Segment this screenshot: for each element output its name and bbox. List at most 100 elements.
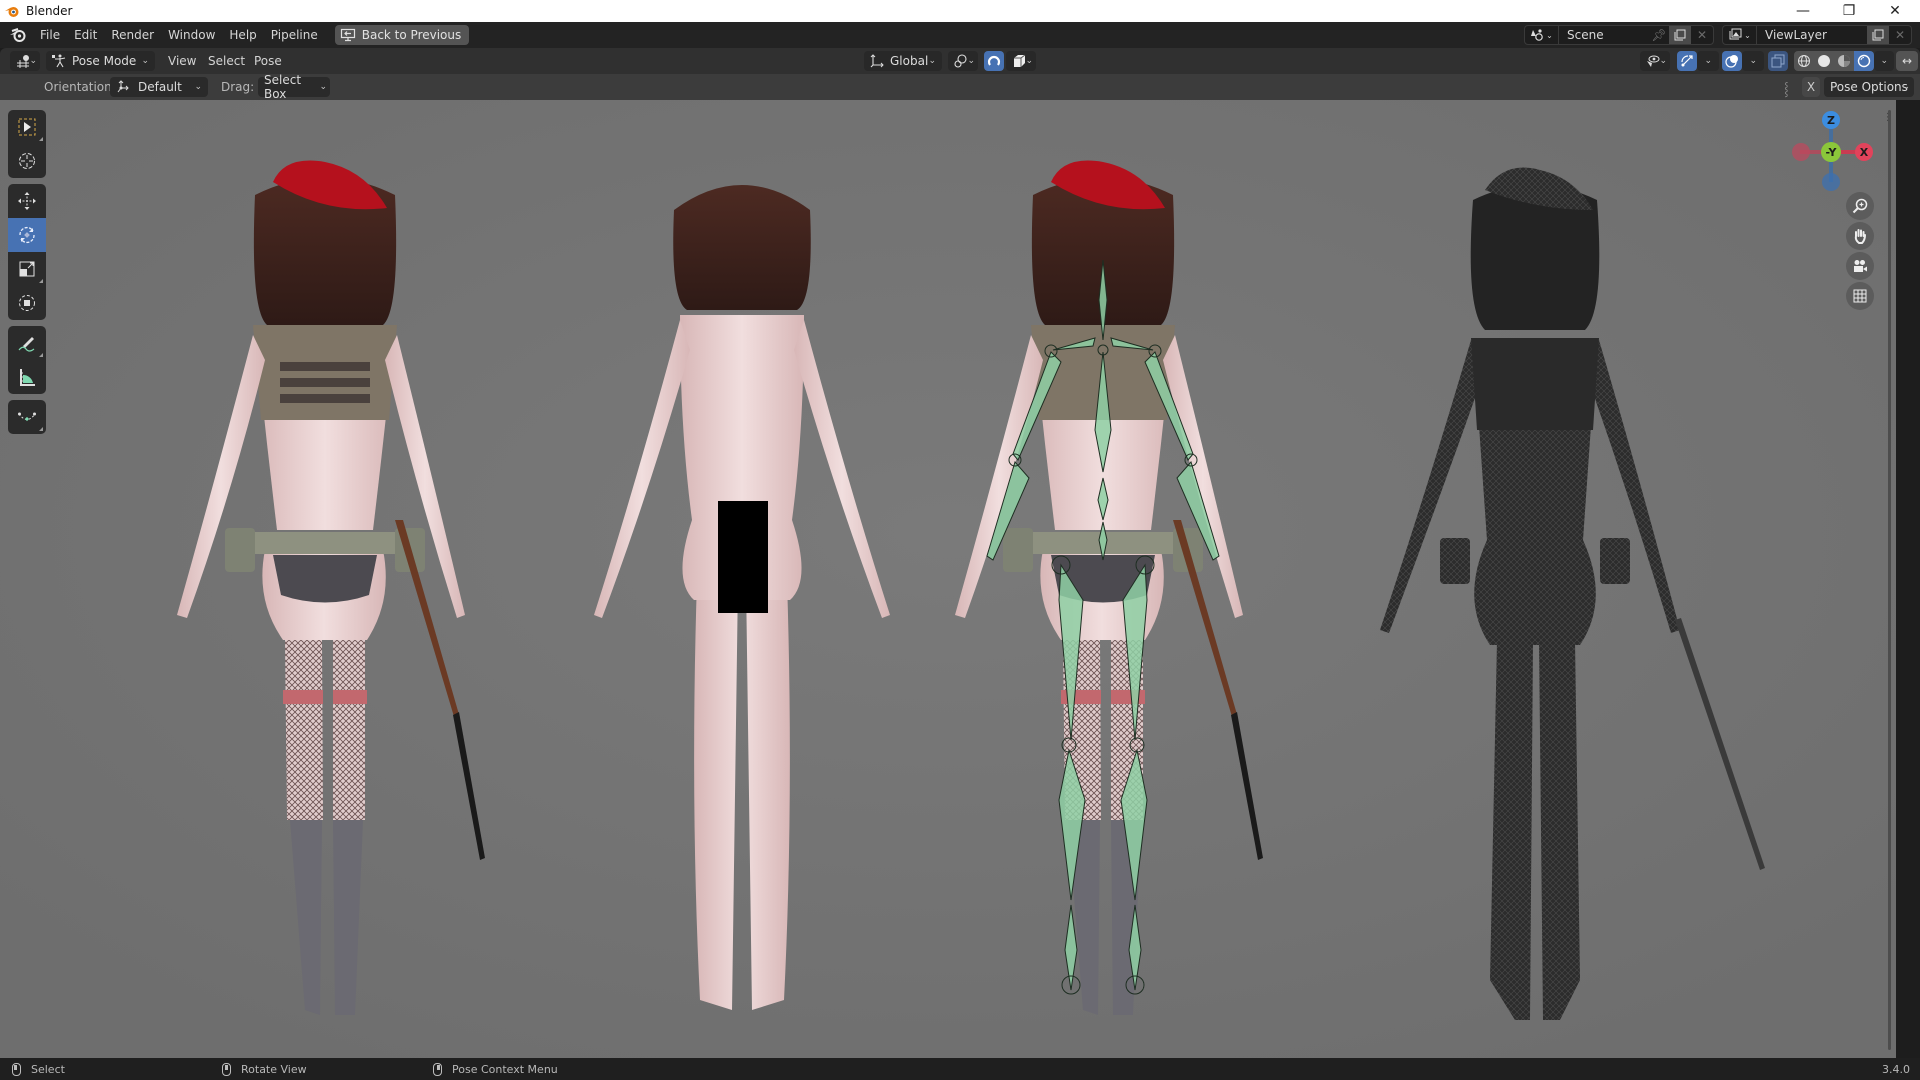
overlays-options-dropdown[interactable]: ⌄ <box>1742 51 1764 71</box>
window-title: Blender <box>26 4 73 18</box>
menu-edit[interactable]: Edit <box>67 24 104 46</box>
scene-name-field[interactable]: Scene <box>1567 28 1649 42</box>
tool-annotate[interactable] <box>8 326 46 360</box>
tool-rotate[interactable] <box>8 218 46 252</box>
tool-scale[interactable] <box>8 252 46 286</box>
scene-browse-button[interactable]: ⌄ <box>1525 26 1559 44</box>
camera-icon <box>1854 260 1867 272</box>
tool-measure[interactable] <box>8 360 46 394</box>
status-left-click-label: Select <box>31 1062 65 1076</box>
double-arrow-icon: ↔ <box>1901 54 1913 68</box>
pin-icon[interactable]: 📌︎ <box>1649 28 1669 42</box>
wire-pouch <box>1600 538 1630 584</box>
back-screen-icon <box>340 28 355 42</box>
magnet-icon <box>987 55 1001 66</box>
3d-viewport[interactable]: Z -Y X ⋮ <box>0 100 1896 1058</box>
menu-select[interactable]: Select <box>208 48 245 74</box>
status-middle-click-label: Rotate View <box>241 1062 307 1076</box>
status-right-click: Pose Context Menu <box>433 1058 558 1080</box>
menu-pipeline[interactable]: Pipeline <box>264 24 325 46</box>
snap-target-selector[interactable]: ⌄ <box>1006 51 1036 71</box>
neg-y-axis-handle[interactable]: -Y <box>1821 142 1841 162</box>
tool-transform[interactable] <box>8 286 46 320</box>
pose-options-label: Pose Options <box>1830 80 1908 94</box>
status-bar: Select Rotate View Pose Context Menu 3.4… <box>0 1058 1920 1080</box>
tool-select-box[interactable] <box>8 110 46 144</box>
view-layer-name-field[interactable]: ViewLayer <box>1765 28 1867 42</box>
menu-view[interactable]: View <box>168 48 196 74</box>
orientation-label: Orientation: <box>44 80 116 94</box>
tool-move[interactable] <box>8 184 46 218</box>
back-to-previous-label: Back to Previous <box>361 28 462 42</box>
new-view-layer-button[interactable] <box>1867 26 1889 44</box>
vest <box>253 325 397 420</box>
zoom-button[interactable] <box>1846 192 1874 220</box>
shading-rendered-button[interactable] <box>1854 51 1874 71</box>
stripe <box>333 690 367 704</box>
viewport-scene[interactable] <box>0 100 1896 1058</box>
mouse-right-icon <box>433 1062 442 1076</box>
neg-z-axis-handle[interactable] <box>1822 173 1840 191</box>
minimize-button[interactable]: — <box>1780 0 1826 22</box>
shading-wireframe-button[interactable] <box>1794 51 1814 71</box>
blender-menu-icon[interactable] <box>9 26 27 44</box>
tool-bone-envelope[interactable] <box>8 400 46 434</box>
view-layer-browse-button[interactable]: ⌄ <box>1723 26 1757 44</box>
viewport-scrollbar[interactable] <box>1888 110 1891 1050</box>
menu-render[interactable]: Render <box>104 24 161 46</box>
ortho-toggle-button[interactable] <box>1846 282 1874 310</box>
view-layer-selector[interactable]: ⌄ ViewLayer ✕ <box>1722 25 1912 45</box>
back-to-previous-button[interactable]: Back to Previous <box>334 25 470 45</box>
mode-selector[interactable]: Pose Mode ⌄ <box>46 51 155 71</box>
rendered-sphere-icon <box>1857 54 1871 68</box>
gizmo-options-dropdown[interactable]: ⌄ <box>1697 51 1719 71</box>
scale-icon <box>19 261 35 277</box>
close-button[interactable]: ✕ <box>1872 0 1918 22</box>
orientation-selector[interactable]: Default ⌄ <box>110 77 208 97</box>
wire-vest <box>1471 338 1599 430</box>
menu-help[interactable]: Help <box>222 24 263 46</box>
shading-options-dropdown[interactable]: ⌄ <box>1874 51 1894 71</box>
scene-selector[interactable]: ⌄ Scene 📌︎ ✕ <box>1524 25 1714 45</box>
top-menu-bar: File Edit Render Window Help Pipeline Ba… <box>0 22 1920 48</box>
pan-button[interactable] <box>1846 222 1874 250</box>
menu-window[interactable]: Window <box>161 24 222 46</box>
duplicate-icon <box>1872 29 1884 41</box>
window-title-bar: Blender — ❐ ✕ <box>0 0 1920 22</box>
vest-strap <box>280 394 370 403</box>
snap-toggle[interactable] <box>984 51 1004 71</box>
pose-options-dropdown[interactable]: Pose Options ⌄ <box>1824 77 1914 97</box>
mirror-butterfly-icon: ⸾ <box>1784 82 1789 97</box>
status-middle-click: Rotate View <box>222 1058 307 1080</box>
new-scene-button[interactable] <box>1669 26 1691 44</box>
xray-toggle[interactable] <box>1768 51 1788 71</box>
transform-orientation-label: Global <box>890 54 929 68</box>
z-axis-handle[interactable]: Z <box>1822 111 1840 129</box>
drag-selector[interactable]: Select Box ⌄ <box>258 73 330 101</box>
transform-orientation-selector[interactable]: Global ⌄ <box>864 51 942 71</box>
delete-scene-button[interactable]: ✕ <box>1691 28 1713 42</box>
maximize-button[interactable]: ❐ <box>1826 0 1872 22</box>
camera-view-button[interactable] <box>1846 252 1874 280</box>
blender-logo-icon <box>5 7 19 17</box>
duplicate-icon <box>1674 29 1686 41</box>
tool-cursor[interactable] <box>8 144 46 178</box>
menu-file[interactable]: File <box>33 24 67 46</box>
menu-pose[interactable]: Pose <box>254 48 282 74</box>
pouch <box>1003 528 1033 572</box>
version-label: 3.4.0 <box>1882 1062 1910 1076</box>
delete-view-layer-button[interactable]: ✕ <box>1889 28 1911 42</box>
toggle-sidebar-button[interactable]: ↔ <box>1896 51 1918 71</box>
x-mirror-toggle[interactable]: X <box>1802 77 1820 97</box>
neg-x-axis-handle[interactable] <box>1792 143 1810 161</box>
shading-material-preview-button[interactable] <box>1834 51 1854 71</box>
overlays-toggle[interactable] <box>1722 51 1742 71</box>
editor-type-selector[interactable]: ⌄ <box>10 51 40 71</box>
gizmo-toggle[interactable] <box>1677 51 1697 71</box>
pivot-point-selector[interactable]: ⌄ <box>948 51 978 71</box>
selectability-visibility-selector[interactable]: ⌄ <box>1640 51 1670 71</box>
pose-mode-icon <box>52 54 66 68</box>
x-axis-handle[interactable]: X <box>1855 143 1873 161</box>
shading-solid-button[interactable] <box>1814 51 1834 71</box>
belt <box>230 532 420 554</box>
